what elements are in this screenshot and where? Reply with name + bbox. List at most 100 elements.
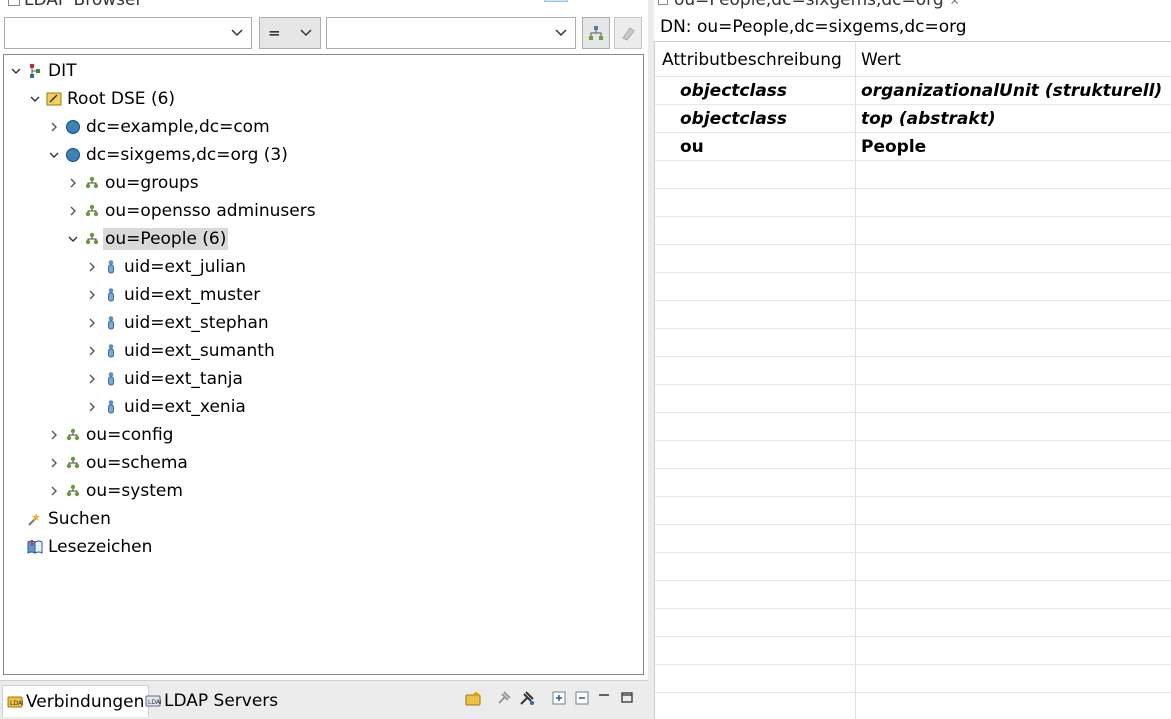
chevron-right-icon[interactable] <box>48 485 60 497</box>
tree-item[interactable]: uid=ext_julian <box>84 253 248 281</box>
value-cell: People <box>861 137 927 157</box>
column-header-attribute[interactable]: Attributbeschreibung <box>662 50 842 70</box>
table-row <box>655 469 1171 497</box>
table-row <box>655 217 1171 245</box>
expand-toggle[interactable] <box>84 399 100 415</box>
search-tree-button[interactable] <box>582 17 610 49</box>
chevron-right-icon[interactable] <box>86 317 98 329</box>
chevron-right-icon[interactable] <box>86 289 98 301</box>
value-combo[interactable] <box>326 17 576 49</box>
tab-ldap-servers[interactable]: LDAP LDAP Servers <box>141 685 282 717</box>
table-row[interactable]: objectclass organizationalUnit (strukture… <box>655 77 1171 105</box>
tree-item[interactable]: uid=ext_tanja <box>84 365 245 393</box>
tree-item[interactable]: uid=ext_stephan <box>84 309 271 337</box>
view-menu-button[interactable] <box>544 0 568 2</box>
entry-icon <box>658 0 668 5</box>
attribute-combo[interactable] <box>4 17 252 49</box>
table-row <box>655 441 1171 469</box>
globe-icon <box>65 147 81 163</box>
expand-toggle[interactable] <box>65 175 81 191</box>
tree-item[interactable]: uid=ext_sumanth <box>84 337 277 365</box>
expand-toggle[interactable] <box>46 455 62 471</box>
chevron-down-icon[interactable] <box>10 65 22 77</box>
org-unit-icon <box>65 455 81 471</box>
expand-all-button[interactable] <box>550 689 568 707</box>
chevron-right-icon[interactable] <box>86 373 98 385</box>
tree-item-label: ou=People (6) <box>103 228 229 250</box>
expand-toggle[interactable] <box>84 371 100 387</box>
tree-item[interactable]: dc=example,dc=com <box>46 113 272 141</box>
person-icon <box>103 343 119 359</box>
chevron-down-icon[interactable] <box>67 233 79 245</box>
collapse-all-button[interactable] <box>573 689 591 707</box>
table-row <box>655 245 1171 273</box>
table-row <box>655 665 1171 693</box>
chevron-down-icon[interactable] <box>48 149 60 161</box>
open-connection-button[interactable] <box>495 689 513 707</box>
tree-item-label: uid=ext_tanja <box>124 369 243 389</box>
chevron-down-icon[interactable] <box>29 93 41 105</box>
table-header: Attributbeschreibung Wert <box>655 42 1171 77</box>
collapse-toggle[interactable] <box>65 231 81 247</box>
attribute-cell: objectclass <box>680 81 788 101</box>
person-icon <box>103 399 119 415</box>
minimize-button[interactable] <box>595 689 613 707</box>
chevron-right-icon[interactable] <box>48 121 60 133</box>
org-unit-icon <box>65 483 81 499</box>
tree-item[interactable]: ou=config <box>46 421 175 449</box>
new-connection-button[interactable] <box>464 689 482 707</box>
chevron-right-icon[interactable] <box>86 345 98 357</box>
tree-item[interactable]: ou=opensso adminusers <box>65 197 318 225</box>
chevron-right-icon[interactable] <box>86 261 98 273</box>
table-row <box>655 693 1171 719</box>
collapse-toggle[interactable] <box>46 147 62 163</box>
clear-search-button[interactable] <box>614 17 642 49</box>
search-icon <box>27 511 43 527</box>
chevron-right-icon[interactable] <box>48 429 60 441</box>
tree-item[interactable]: dc=sixgems,dc=org (3) <box>46 141 290 169</box>
table-row <box>655 609 1171 637</box>
tree-item[interactable]: uid=ext_xenia <box>84 393 248 421</box>
tree-item-label: uid=ext_muster <box>124 285 261 305</box>
chevron-right-icon[interactable] <box>86 401 98 413</box>
tree-item[interactable]: ou=system <box>46 477 185 505</box>
tree-item[interactable]: Suchen <box>27 505 113 533</box>
expand-toggle[interactable] <box>84 259 100 275</box>
operator-combo[interactable]: = <box>259 17 321 49</box>
entry-editor-tab[interactable]: ou=People,dc=sixgems,dc=org ✕ <box>658 0 960 10</box>
expand-toggle[interactable] <box>65 203 81 219</box>
tree-item-label: Suchen <box>48 509 111 529</box>
table-row <box>655 189 1171 217</box>
chevron-right-icon[interactable] <box>67 177 79 189</box>
table-row[interactable]: objectclass top (abstrakt) <box>655 105 1171 133</box>
collapse-toggle[interactable] <box>8 63 24 79</box>
tree-item[interactable]: uid=ext_muster <box>84 281 262 309</box>
column-header-value[interactable]: Wert <box>861 50 901 70</box>
tree-item[interactable]: Lesezeichen <box>27 533 154 561</box>
ldap-servers-icon: LDAP <box>145 693 161 709</box>
expand-toggle[interactable] <box>46 427 62 443</box>
person-icon <box>103 371 119 387</box>
expand-toggle[interactable] <box>84 315 100 331</box>
chevron-right-icon[interactable] <box>67 205 79 217</box>
chevron-right-icon[interactable] <box>48 457 60 469</box>
close-connection-button[interactable] <box>518 689 536 707</box>
collapse-toggle[interactable] <box>27 91 43 107</box>
tree-item[interactable]: ou=groups <box>65 169 201 197</box>
tab-connections[interactable]: LDAP Verbindungen <box>2 685 150 717</box>
expand-toggle[interactable] <box>46 119 62 135</box>
expand-toggle[interactable] <box>84 287 100 303</box>
person-icon <box>103 287 119 303</box>
table-row[interactable]: ou People <box>655 133 1171 161</box>
tree-item[interactable]: ou=People (6) <box>65 225 229 253</box>
expand-toggle[interactable] <box>84 343 100 359</box>
attribute-table: Attributbeschreibung Wert objectclass org… <box>654 41 1171 719</box>
tree-item[interactable]: Root DSE (6) <box>27 85 177 113</box>
tree-item[interactable]: DIT <box>8 57 79 85</box>
maximize-button[interactable] <box>618 689 636 707</box>
root-dse-icon <box>46 91 62 107</box>
tree-item[interactable]: ou=schema <box>46 449 190 477</box>
expand-toggle[interactable] <box>46 483 62 499</box>
close-icon[interactable]: ✕ <box>950 0 960 8</box>
table-row <box>655 301 1171 329</box>
